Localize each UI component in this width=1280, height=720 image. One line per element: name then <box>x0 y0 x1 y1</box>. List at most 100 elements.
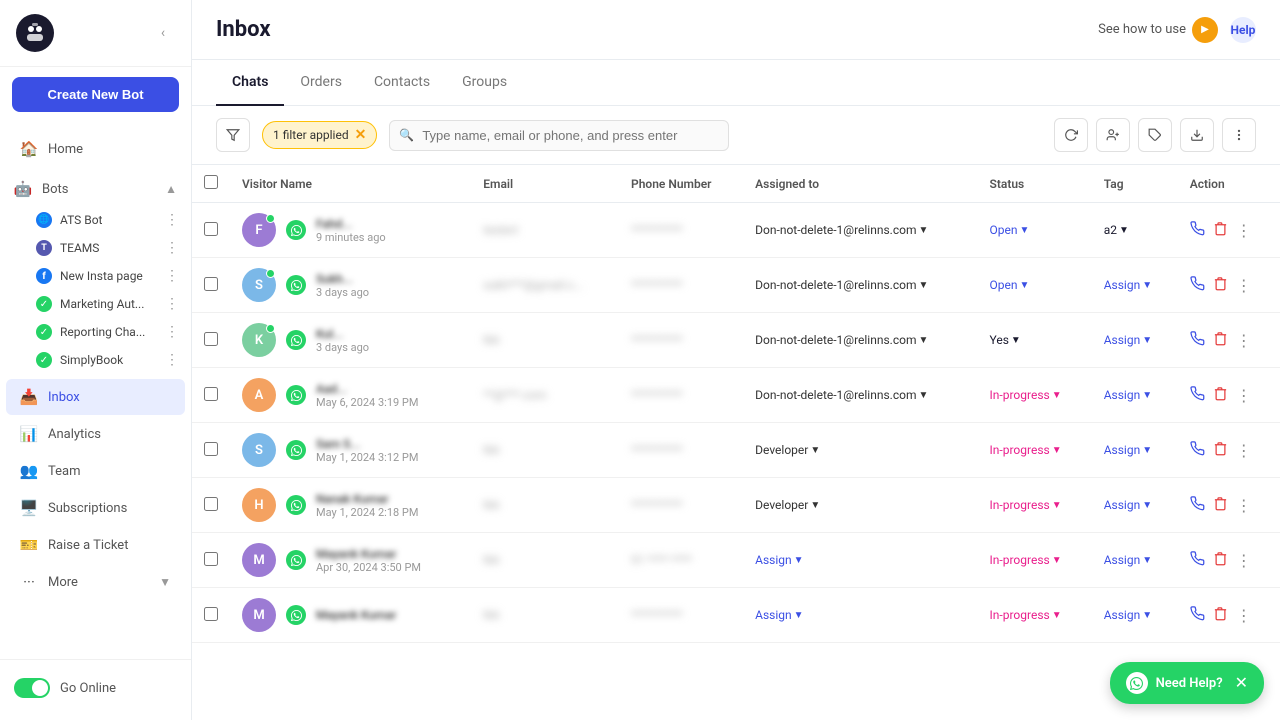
call-button[interactable] <box>1190 441 1205 460</box>
row-more-button[interactable]: ⋮ <box>1236 276 1252 295</box>
sidebar-bot-ats[interactable]: 🌐 ATS Bot ⋮ <box>0 206 191 234</box>
delete-button[interactable] <box>1213 331 1228 350</box>
row-checkbox[interactable] <box>204 332 218 346</box>
visitor-cell: M Mayank Kumar Apr 30, 2024 3:50 PM <box>230 533 471 588</box>
go-online-toggle[interactable] <box>14 678 50 698</box>
need-help-widget[interactable]: Need Help? ✕ <box>1110 662 1264 704</box>
visitor-info-cell: F Fahd... 9 minutes ago <box>242 213 459 247</box>
tab-groups[interactable]: Groups <box>446 60 523 106</box>
assigned-value[interactable]: Developer ▼ <box>755 443 965 457</box>
sidebar-bot-teams[interactable]: T TEAMS ⋮ <box>0 234 191 262</box>
call-button[interactable] <box>1190 276 1205 295</box>
row-more-button[interactable]: ⋮ <box>1236 551 1252 570</box>
tag-assign-button[interactable]: Assign ▼ <box>1104 553 1166 567</box>
tag-value[interactable]: a2 ▼ <box>1104 223 1166 237</box>
teams-more-icon[interactable]: ⋮ <box>165 240 179 256</box>
search-input[interactable] <box>389 120 729 151</box>
create-new-bot-button[interactable]: Create New Bot <box>12 77 179 112</box>
status-dropdown[interactable]: In-progress ▼ <box>990 498 1080 512</box>
refresh-button[interactable] <box>1054 118 1088 152</box>
tag-button[interactable] <box>1138 118 1172 152</box>
play-button[interactable]: ▶ <box>1192 17 1218 43</box>
row-checkbox[interactable] <box>204 442 218 456</box>
sidebar-bot-simplybook[interactable]: ✓ SimplyBook ⋮ <box>0 346 191 374</box>
delete-button[interactable] <box>1213 441 1228 460</box>
sidebar-bot-new-insta[interactable]: f New Insta page ⋮ <box>0 262 191 290</box>
delete-button[interactable] <box>1213 606 1228 625</box>
status-dropdown[interactable]: In-progress ▼ <box>990 443 1080 457</box>
assigned-value[interactable]: Don-not-delete-1@relinns.com ▼ <box>755 333 965 347</box>
tag-assign-button[interactable]: Assign ▼ <box>1104 608 1166 622</box>
call-button[interactable] <box>1190 386 1205 405</box>
sidebar-item-inbox[interactable]: 📥 Inbox <box>6 379 185 415</box>
row-checkbox[interactable] <box>204 222 218 236</box>
sidebar-item-raise-ticket[interactable]: 🎫 Raise a Ticket <box>6 527 185 563</box>
tag-assign-button[interactable]: Assign ▼ <box>1104 388 1166 402</box>
need-help-close-button[interactable]: ✕ <box>1235 673 1248 693</box>
sidebar-item-analytics[interactable]: 📊 Analytics <box>6 416 185 452</box>
tag-assign-button[interactable]: Assign ▼ <box>1104 333 1166 347</box>
sidebar-collapse-button[interactable]: ‹ <box>151 21 175 45</box>
more-chevron-icon: ▼ <box>159 575 171 589</box>
delete-button[interactable] <box>1213 496 1228 515</box>
sidebar-item-bots[interactable]: 🤖 Bots ▲ <box>0 172 191 206</box>
visitor-info-cell: H Nanak Kumar May 1, 2024 2:18 PM <box>242 488 459 522</box>
delete-button[interactable] <box>1213 221 1228 240</box>
status-dropdown[interactable]: Open ▼ <box>990 223 1080 237</box>
select-all-checkbox[interactable] <box>204 175 218 189</box>
reporting-more-icon[interactable]: ⋮ <box>165 324 179 340</box>
delete-button[interactable] <box>1213 551 1228 570</box>
assigned-value[interactable]: Developer ▼ <box>755 498 965 512</box>
status-dropdown[interactable]: In-progress ▼ <box>990 608 1080 622</box>
add-user-button[interactable] <box>1096 118 1130 152</box>
row-more-button[interactable]: ⋮ <box>1236 441 1252 460</box>
assigned-value[interactable]: Don-not-delete-1@relinns.com ▼ <box>755 388 965 402</box>
ats-bot-more-icon[interactable]: ⋮ <box>165 212 179 228</box>
call-button[interactable] <box>1190 331 1205 350</box>
tag-assign-button[interactable]: Assign ▼ <box>1104 443 1166 457</box>
sidebar-item-home[interactable]: 🏠 Home <box>6 131 185 167</box>
call-button[interactable] <box>1190 221 1205 240</box>
marketing-more-icon[interactable]: ⋮ <box>165 296 179 312</box>
row-more-button[interactable]: ⋮ <box>1236 221 1252 240</box>
row-checkbox[interactable] <box>204 552 218 566</box>
tag-assign-button[interactable]: Assign ▼ <box>1104 278 1166 292</box>
row-more-button[interactable]: ⋮ <box>1236 331 1252 350</box>
filter-button[interactable] <box>216 118 250 152</box>
row-checkbox[interactable] <box>204 497 218 511</box>
row-checkbox[interactable] <box>204 277 218 291</box>
filter-clear-button[interactable]: ✕ <box>355 127 367 143</box>
row-more-button[interactable]: ⋮ <box>1236 606 1252 625</box>
row-more-button[interactable]: ⋮ <box>1236 386 1252 405</box>
row-checkbox[interactable] <box>204 387 218 401</box>
sidebar-item-team[interactable]: 👥 Team <box>6 453 185 489</box>
assigned-value[interactable]: Don-not-delete-1@relinns.com ▼ <box>755 278 965 292</box>
tab-orders[interactable]: Orders <box>284 60 358 106</box>
assigned-value[interactable]: Don-not-delete-1@relinns.com ▼ <box>755 223 965 237</box>
delete-button[interactable] <box>1213 276 1228 295</box>
sidebar-bot-reporting[interactable]: ✓ Reporting Cha... ⋮ <box>0 318 191 346</box>
status-dropdown[interactable]: Open ▼ <box>990 278 1080 292</box>
tab-chats[interactable]: Chats <box>216 60 284 106</box>
status-dropdown[interactable]: In-progress ▼ <box>990 553 1080 567</box>
assign-dropdown[interactable]: Assign ▼ <box>755 608 965 622</box>
sidebar-item-subscriptions[interactable]: 🖥️ Subscriptions <box>6 490 185 526</box>
help-button[interactable]: Help <box>1230 17 1256 43</box>
download-button[interactable] <box>1180 118 1214 152</box>
sidebar-bot-marketing[interactable]: ✓ Marketing Aut... ⋮ <box>0 290 191 318</box>
sidebar-item-more[interactable]: ··· More ▼ <box>6 564 185 600</box>
call-button[interactable] <box>1190 606 1205 625</box>
status-dropdown[interactable]: In-progress ▼ <box>990 388 1080 402</box>
assign-dropdown[interactable]: Assign ▼ <box>755 553 965 567</box>
more-actions-button[interactable] <box>1222 118 1256 152</box>
tag-assign-button[interactable]: Assign ▼ <box>1104 498 1166 512</box>
status-dropdown[interactable]: Yes ▼ <box>990 333 1080 347</box>
tab-contacts[interactable]: Contacts <box>358 60 446 106</box>
simplybook-more-icon[interactable]: ⋮ <box>165 352 179 368</box>
row-more-button[interactable]: ⋮ <box>1236 496 1252 515</box>
call-button[interactable] <box>1190 551 1205 570</box>
call-button[interactable] <box>1190 496 1205 515</box>
delete-button[interactable] <box>1213 386 1228 405</box>
row-checkbox[interactable] <box>204 607 218 621</box>
insta-more-icon[interactable]: ⋮ <box>165 268 179 284</box>
